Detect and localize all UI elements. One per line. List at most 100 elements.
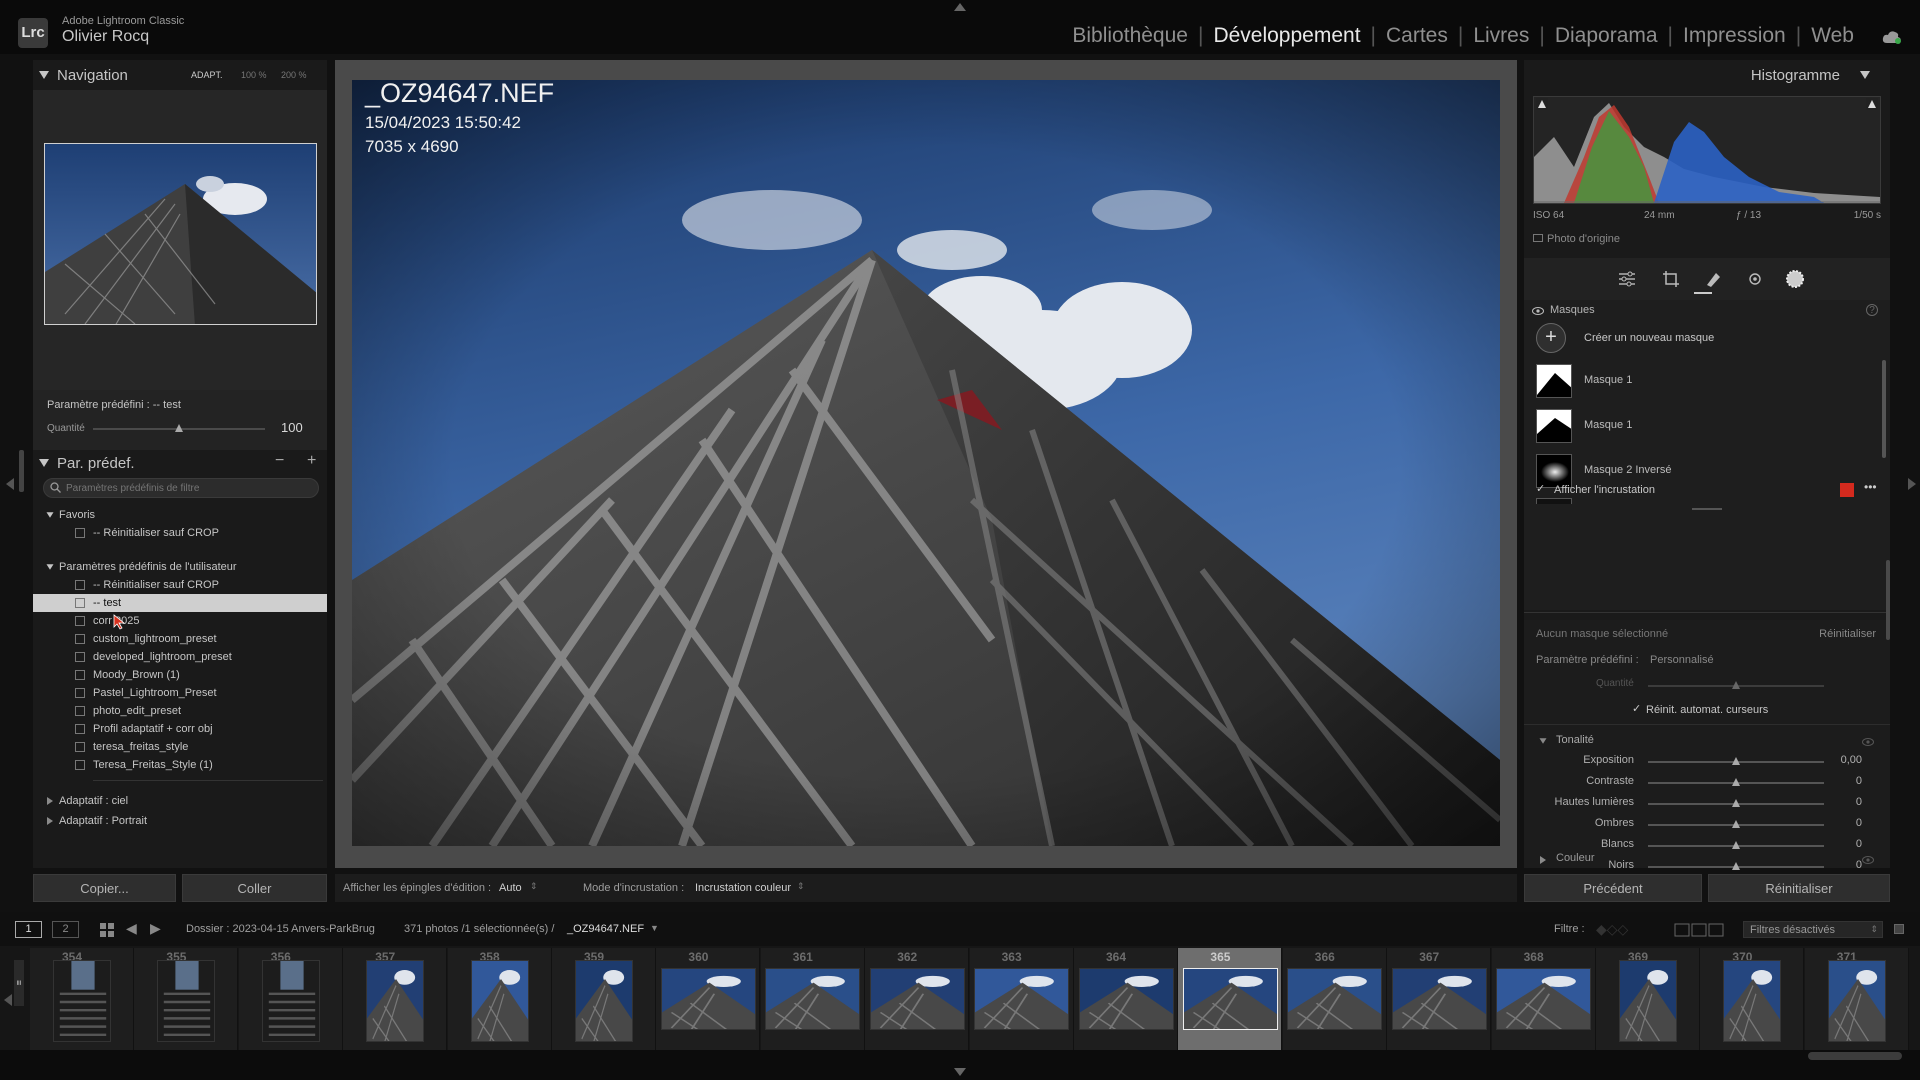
collapse-top-icon[interactable] — [954, 3, 966, 11]
original-photo-checkbox[interactable]: Photo d'origine — [1533, 233, 1620, 245]
slider-knob[interactable] — [1732, 757, 1740, 765]
preset-group-adaptive-portrait[interactable]: Adaptatif : Portrait — [33, 812, 327, 830]
add-mask-icon[interactable]: + — [1536, 323, 1566, 353]
module-web[interactable]: Web — [1801, 24, 1864, 48]
filmstrip-thumbnail[interactable] — [366, 960, 425, 1042]
zoom-fit[interactable]: ADAPT. — [191, 70, 223, 80]
secondary-window-button[interactable]: 2 — [52, 921, 79, 938]
preset-group-adaptive-sky[interactable]: Adaptatif : ciel — [33, 792, 327, 810]
mask-preset-dropdown[interactable]: Personnalisé — [1650, 654, 1714, 666]
collapse-icon[interactable] — [39, 459, 49, 467]
slider-value[interactable]: 0 — [1856, 838, 1862, 850]
filmstrip-toggle-icon[interactable] — [4, 994, 12, 1006]
arrow-right-icon[interactable]: ▶ — [150, 920, 161, 937]
add-preset-button[interactable]: + — [307, 452, 316, 470]
slider-knob[interactable] — [1732, 681, 1740, 689]
presets-header[interactable]: Par. prédef. − + — [33, 450, 327, 476]
checkbox-icon[interactable] — [1533, 234, 1543, 242]
healing-icon[interactable] — [1704, 270, 1722, 288]
create-mask-button[interactable]: Créer un nouveau masque — [1584, 332, 1714, 344]
filmstrip-thumbnail[interactable] — [974, 968, 1070, 1030]
reset-button[interactable]: Réinitialiser — [1708, 874, 1890, 902]
filmstrip-thumbnail[interactable] — [470, 960, 529, 1042]
slider-value[interactable]: 0 — [1856, 796, 1862, 808]
preset-group-favorites[interactable]: Favoris — [33, 506, 327, 524]
filmstrip-thumbnail[interactable] — [261, 960, 320, 1042]
tone-slider-row[interactable]: Ombres 0 — [1524, 817, 1890, 833]
filmstrip-cell[interactable]: 361 — [760, 948, 865, 1050]
filmstrip-thumbnail[interactable] — [660, 968, 756, 1030]
preset-item[interactable]: Pastel_Lightroom_Preset — [33, 684, 327, 702]
copy-button[interactable]: Copier... — [33, 874, 176, 902]
filmstrip-thumbnail[interactable] — [1619, 960, 1677, 1042]
right-panel-scrollbar[interactable] — [1886, 560, 1890, 640]
filmstrip-cell[interactable]: 369 — [1596, 948, 1700, 1050]
preset-item[interactable]: Profil adaptatif + corr obj — [33, 720, 327, 738]
filmstrip-cell[interactable]: 358 — [447, 948, 552, 1050]
module-library[interactable]: Bibliothèque — [1062, 24, 1198, 48]
filter-dropdown[interactable]: Filtres désactivés ⇕ — [1743, 921, 1883, 938]
pins-dropdown[interactable]: Auto — [499, 882, 522, 894]
filmstrip-cell[interactable]: 371 — [1804, 948, 1909, 1050]
filmstrip-thumbnail[interactable] — [1287, 968, 1383, 1030]
filmstrip-cell[interactable]: 362 — [865, 948, 970, 1050]
highlight-clip-icon[interactable] — [1866, 98, 1878, 110]
preset-item[interactable]: -- Réinitialiser sauf CROP — [33, 524, 327, 542]
filmstrip-thumbnail[interactable] — [1391, 968, 1487, 1030]
zoom-100[interactable]: 100 % — [241, 70, 267, 80]
tone-title[interactable]: Tonalité — [1556, 734, 1594, 746]
collapse-bottom-icon[interactable] — [954, 1068, 966, 1076]
filmstrip-thumbnail[interactable] — [575, 960, 633, 1042]
slider-track[interactable] — [1648, 862, 1824, 870]
panel-resize-handle[interactable] — [1692, 508, 1722, 510]
mask-reset-button[interactable]: Réinitialiser — [1819, 628, 1876, 640]
eye-icon[interactable] — [1862, 738, 1874, 746]
module-map[interactable]: Cartes — [1376, 24, 1458, 48]
previous-button[interactable]: Précédent — [1524, 874, 1702, 902]
flag-filter-icons[interactable]: ◆◇◇ — [1596, 921, 1628, 938]
folder-path[interactable]: Dossier : 2023-04-15 Anvers-ParkBrug — [186, 923, 375, 935]
slider-knob[interactable] — [1732, 841, 1740, 849]
mask-item[interactable]: Masque 1 — [1536, 407, 1876, 445]
tone-slider-row[interactable]: Exposition 0,00 — [1524, 754, 1890, 770]
preset-amount-knob[interactable] — [175, 424, 183, 432]
preset-item[interactable]: corr 2025 — [33, 612, 327, 630]
filmstrip-cell[interactable]: 365 — [1178, 948, 1283, 1050]
preset-item[interactable]: teresa_freitas_style — [33, 738, 327, 756]
filmstrip-thumbnail[interactable] — [1827, 960, 1886, 1042]
filter-lock-icon[interactable] — [1894, 924, 1904, 934]
check-icon[interactable]: ✓ — [1632, 702, 1641, 715]
mask-item[interactable]: Masque 1 — [1536, 362, 1876, 400]
preset-item[interactable]: custom_lightroom_preset — [33, 630, 327, 648]
left-panel-scroll[interactable] — [19, 450, 24, 492]
slider-track[interactable] — [1648, 841, 1824, 849]
paste-button[interactable]: Coller — [182, 874, 327, 902]
filmstrip-cell[interactable]: 356 — [238, 948, 343, 1050]
red-eye-icon[interactable] — [1746, 270, 1764, 288]
histogram-graph[interactable] — [1533, 96, 1881, 204]
preset-item[interactable]: -- Réinitialiser sauf CROP — [33, 576, 327, 594]
filmstrip-thumbnail[interactable] — [1182, 968, 1278, 1030]
filmstrip-cell[interactable]: 354 — [30, 948, 134, 1050]
collapse-icon[interactable] — [1539, 738, 1547, 744]
slider-value[interactable]: 0 — [1856, 775, 1862, 787]
crop-icon[interactable] — [1662, 270, 1680, 288]
grid-view-icon[interactable] — [100, 923, 114, 937]
view-options-icons[interactable] — [1674, 923, 1724, 937]
filmstrip-cell[interactable]: 355 — [134, 948, 239, 1050]
main-window-button[interactable]: 1 — [15, 921, 42, 938]
filmstrip-cell[interactable]: 367 — [1387, 948, 1492, 1050]
slider-track[interactable] — [1648, 799, 1824, 807]
eye-icon[interactable] — [1862, 856, 1874, 864]
filmstrip-cell[interactable]: 360 — [656, 948, 761, 1050]
color-section-title[interactable]: Couleur — [1556, 852, 1595, 864]
sliders-icon[interactable] — [1618, 270, 1636, 288]
mask-amount-slider[interactable] — [1648, 681, 1824, 689]
filmstrip-cell[interactable]: 368 — [1491, 948, 1596, 1050]
collapse-icon[interactable] — [39, 71, 49, 79]
filmstrip-thumbnail[interactable] — [1078, 968, 1174, 1030]
preset-item[interactable]: Moody_Brown (1) — [33, 666, 327, 684]
filmstrip-thumbnail[interactable] — [765, 968, 861, 1030]
collapsed-icon[interactable] — [1540, 856, 1546, 864]
preset-search-input[interactable] — [43, 478, 319, 498]
